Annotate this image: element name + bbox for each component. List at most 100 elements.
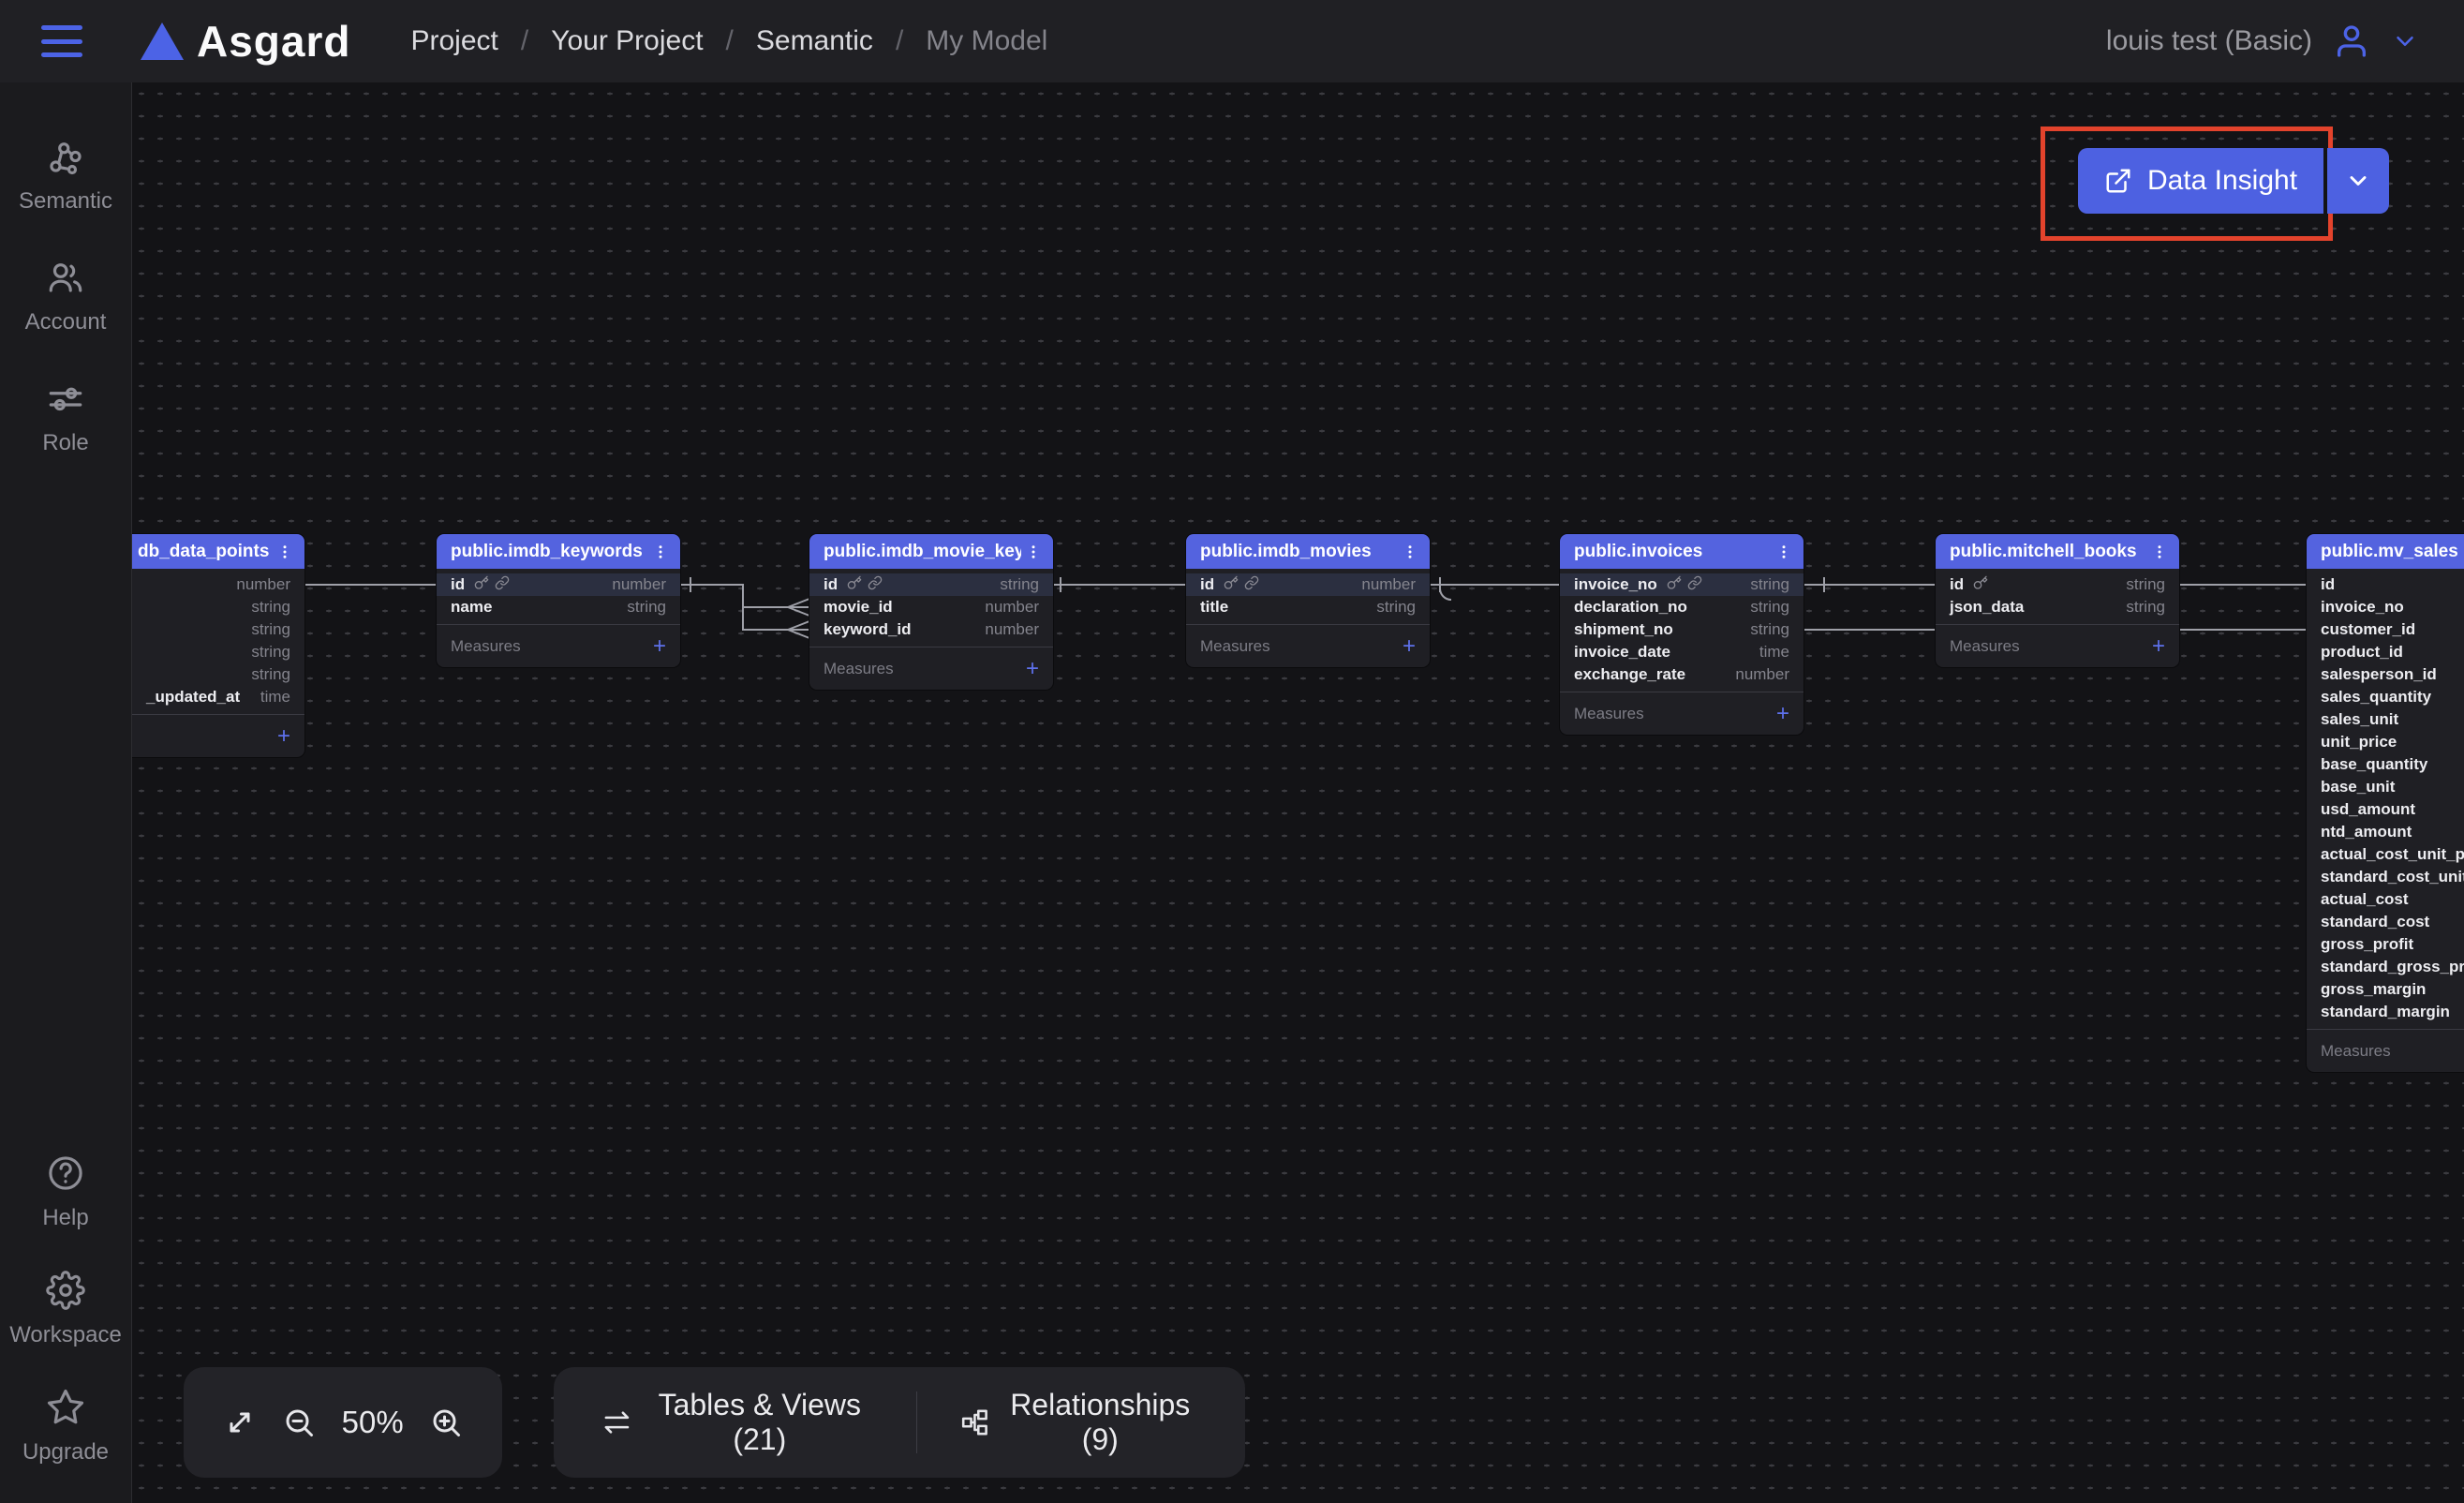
table-node-menu-icon[interactable] xyxy=(2147,540,2172,564)
table-node-header[interactable]: public.imdb_keywords xyxy=(437,534,680,569)
user-menu-chevron-icon[interactable] xyxy=(2391,27,2419,55)
table-node-header[interactable]: db_data_points xyxy=(132,534,304,569)
table-field-row[interactable]: product_id xyxy=(2307,641,2464,663)
table-field-row[interactable]: sales_quantity xyxy=(2307,686,2464,708)
add-measure-button[interactable]: + xyxy=(277,725,290,748)
add-measure-button[interactable]: + xyxy=(1776,703,1789,725)
data-insight-button[interactable]: Data Insight xyxy=(2078,148,2323,214)
table-field-row[interactable]: idstring xyxy=(1936,573,2179,596)
user-avatar-icon[interactable] xyxy=(2333,22,2370,60)
sidebar-item-label: Upgrade xyxy=(22,1439,109,1466)
field-name: standard_cost xyxy=(2321,913,2429,931)
table-field-row[interactable]: number xyxy=(132,573,304,596)
zoom-out-button[interactable] xyxy=(282,1406,316,1439)
table-node-public.mitchell_books[interactable]: public.mitchell_books idstringjson_datast… xyxy=(1936,534,2179,667)
table-field-row[interactable]: idstring xyxy=(809,573,1053,596)
table-field-row[interactable]: exchange_ratenumber xyxy=(1560,663,1803,686)
role-icon xyxy=(46,379,85,423)
table-node-header[interactable]: public.mv_sales xyxy=(2307,534,2464,569)
zoom-in-button[interactable] xyxy=(429,1406,463,1439)
table-field-row[interactable]: standard_gross_profit xyxy=(2307,956,2464,978)
table-node-menu-icon[interactable] xyxy=(648,540,673,564)
field-name: actual_cost xyxy=(2321,890,2409,909)
table-field-row[interactable]: id xyxy=(2307,573,2464,596)
tables-views-button[interactable]: Tables & Views (21) xyxy=(602,1388,873,1457)
hamburger-menu-icon[interactable] xyxy=(41,25,82,57)
field-name: gross_margin xyxy=(2321,980,2426,999)
field-name: invoice_date xyxy=(1574,643,1670,662)
table-field-row[interactable]: idnumber xyxy=(1186,573,1430,596)
add-measure-button[interactable]: + xyxy=(1403,635,1416,658)
relationships-button[interactable]: Relationships (9) xyxy=(960,1388,1196,1457)
table-node-menu-icon[interactable] xyxy=(1772,540,1796,564)
breadcrumb-item[interactable]: Project xyxy=(410,25,497,57)
add-measure-button[interactable]: + xyxy=(2152,635,2165,658)
table-field-row[interactable]: keyword_idnumber xyxy=(809,618,1053,641)
table-field-row[interactable]: actual_cost xyxy=(2307,888,2464,911)
table-field-row[interactable]: namestring xyxy=(437,596,680,618)
sidebar-item-account[interactable]: Account xyxy=(0,258,131,335)
table-node-public.invoices[interactable]: public.invoices invoice_nostringdeclarati… xyxy=(1560,534,1803,735)
table-field-row[interactable]: string xyxy=(132,618,304,641)
breadcrumb-separator: / xyxy=(521,25,528,57)
table-field-row[interactable]: standard_margin xyxy=(2307,1001,2464,1023)
table-node-db_data_points[interactable]: db_data_pointsnumberstringstringstringst… xyxy=(132,534,304,757)
table-field-row[interactable]: customer_id xyxy=(2307,618,2464,641)
table-node-header[interactable]: public.imdb_movies xyxy=(1186,534,1430,569)
table-field-row[interactable]: standard_cost_unit_price xyxy=(2307,866,2464,888)
zoom-in-icon xyxy=(429,1406,463,1439)
table-field-row[interactable]: declaration_nostring xyxy=(1560,596,1803,618)
table-node-public.mv_sales[interactable]: public.mv_salesidinvoice_nocustomer_idpr… xyxy=(2307,534,2464,1072)
table-field-row[interactable]: shipment_nostring xyxy=(1560,618,1803,641)
table-field-row[interactable]: salesperson_id xyxy=(2307,663,2464,686)
table-field-row[interactable]: actual_cost_unit_price xyxy=(2307,843,2464,866)
table-node-menu-icon[interactable] xyxy=(1021,540,1046,564)
add-measure-button[interactable]: + xyxy=(1026,658,1039,680)
table-field-row[interactable]: string xyxy=(132,596,304,618)
table-field-row[interactable]: titlestring xyxy=(1186,596,1430,618)
table-node-public.imdb_keywords[interactable]: public.imdb_keywords idnumbernamestring Me… xyxy=(437,534,680,667)
table-field-row[interactable]: string xyxy=(132,641,304,663)
table-field-row[interactable]: invoice_datetime xyxy=(1560,641,1803,663)
table-field-row[interactable]: movie_idnumber xyxy=(809,596,1053,618)
measures-label: Measures xyxy=(451,637,521,656)
table-node-header[interactable]: public.invoices xyxy=(1560,534,1803,569)
sidebar-item-label: Role xyxy=(42,430,88,456)
add-measure-button[interactable]: + xyxy=(653,635,666,658)
table-field-row[interactable]: standard_cost xyxy=(2307,911,2464,933)
table-node-header[interactable]: public.mitchell_books xyxy=(1936,534,2179,569)
table-node-public.imdb_movies[interactable]: public.imdb_movies idnumbertitlestring Mea… xyxy=(1186,534,1430,667)
sidebar-item-upgrade[interactable]: Upgrade xyxy=(0,1388,131,1466)
table-field-row[interactable]: _updated_attime xyxy=(132,686,304,708)
fit-view-button[interactable] xyxy=(223,1406,257,1439)
table-field-row[interactable]: string xyxy=(132,663,304,686)
data-insight-dropdown-button[interactable] xyxy=(2327,148,2389,214)
measures-row: Measures+ xyxy=(1186,624,1430,667)
measures-label: Measures xyxy=(824,660,894,678)
table-node-menu-icon[interactable] xyxy=(1398,540,1422,564)
breadcrumb-item[interactable]: Your Project xyxy=(551,25,703,57)
table-field-row[interactable]: gross_profit xyxy=(2307,933,2464,956)
table-node-header[interactable]: public.imdb_movie_keywords xyxy=(809,534,1053,569)
model-canvas[interactable]: db_data_pointsnumberstringstringstringst… xyxy=(132,82,2464,1503)
table-field-row[interactable]: invoice_no xyxy=(2307,596,2464,618)
table-field-row[interactable]: idnumber xyxy=(437,573,680,596)
table-node-public.imdb_movie_keywords[interactable]: public.imdb_movie_keywords idstringmovie_… xyxy=(809,534,1053,690)
table-field-row[interactable]: base_unit xyxy=(2307,776,2464,798)
sidebar-item-workspace[interactable]: Workspace xyxy=(0,1271,131,1348)
table-field-row[interactable]: sales_unit xyxy=(2307,708,2464,731)
breadcrumb-item[interactable]: Semantic xyxy=(756,25,873,57)
table-field-row[interactable]: json_datastring xyxy=(1936,596,2179,618)
sidebar-item-semantic[interactable]: Semantic xyxy=(0,137,131,215)
table-node-menu-icon[interactable] xyxy=(273,540,297,564)
table-field-row[interactable]: base_quantity xyxy=(2307,753,2464,776)
table-field-row[interactable]: ntd_amount xyxy=(2307,821,2464,843)
primary-key-icon xyxy=(1973,575,1988,595)
table-field-row[interactable]: invoice_nostring xyxy=(1560,573,1803,596)
relationship-link-icon xyxy=(1244,575,1259,595)
table-field-row[interactable]: usd_amount xyxy=(2307,798,2464,821)
table-field-row[interactable]: unit_price xyxy=(2307,731,2464,753)
table-field-row[interactable]: gross_margin xyxy=(2307,978,2464,1001)
sidebar-item-help[interactable]: Help xyxy=(0,1153,131,1231)
sidebar-item-role[interactable]: Role xyxy=(0,379,131,456)
